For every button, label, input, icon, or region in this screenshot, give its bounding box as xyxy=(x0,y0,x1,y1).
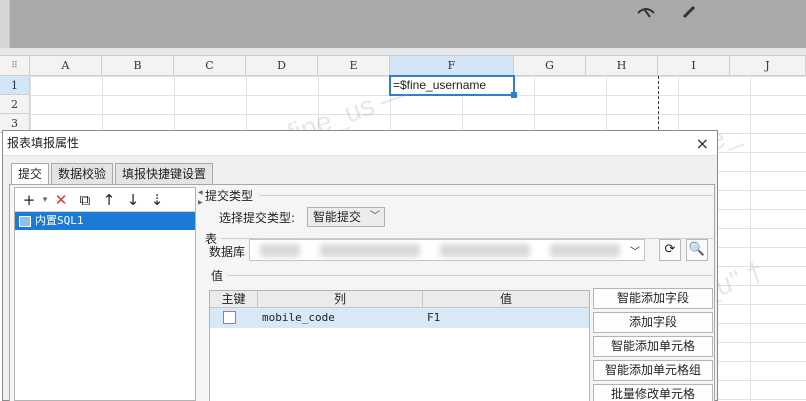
active-cell-f1[interactable]: =$fine_username xyxy=(389,75,517,98)
add-icon[interactable]: + xyxy=(17,191,41,209)
column-header-j[interactable]: J xyxy=(730,56,806,76)
tab-submit[interactable]: 提交 xyxy=(11,163,50,186)
column-header-i[interactable]: I xyxy=(658,56,730,76)
primary-key-checkbox[interactable] xyxy=(223,311,236,324)
column-header-g[interactable]: G xyxy=(514,56,586,76)
cell-formula: =$fine_username xyxy=(393,78,487,92)
close-icon[interactable]: × xyxy=(696,131,709,156)
smart-add-field-button[interactable]: 智能添加字段 xyxy=(593,288,713,309)
column-header-primary-key[interactable]: 主键 xyxy=(210,291,258,307)
submit-type-value: 智能提交 xyxy=(313,210,362,224)
select-all-corner[interactable]: ⠿ xyxy=(0,56,30,76)
column-header-c[interactable]: C xyxy=(174,56,246,76)
column-header-b[interactable]: B xyxy=(102,56,174,76)
select-submit-type-label: 选择提交类型: xyxy=(219,211,296,225)
column-header-value[interactable]: 值 xyxy=(423,291,589,307)
list-item[interactable]: 内置SQL1 xyxy=(15,212,195,230)
list-toolbar: + ▾ ✕ ⧉ ↑ ↓ ⇣ xyxy=(15,188,195,212)
smart-add-cell-group-button[interactable]: 智能添加单元格组 xyxy=(593,360,713,381)
decorative-marks-icon xyxy=(636,0,716,24)
submit-type-select[interactable]: 智能提交 ﹀ xyxy=(307,207,385,227)
tab-bar: 提交 数据校验 填报快捷键设置 xyxy=(11,163,215,186)
column-header-a[interactable]: A xyxy=(30,56,102,76)
primary-key-cell xyxy=(210,308,258,328)
dialog-title-bar[interactable]: 报表填报属性 × xyxy=(3,131,717,156)
column-header-e[interactable]: E xyxy=(318,56,390,76)
preview-left-strip xyxy=(0,0,10,48)
column-header-column[interactable]: 列 xyxy=(258,291,423,307)
toolbar-strip xyxy=(0,48,806,56)
preview-area xyxy=(0,0,806,48)
add-dropdown-icon[interactable]: ▾ xyxy=(41,195,49,205)
row-header-1[interactable]: 1 xyxy=(0,76,30,95)
section-divider xyxy=(227,275,713,276)
submit-type-section-title: 提交类型 xyxy=(205,189,254,203)
batch-modify-cell-button[interactable]: 批量修改单元格 xyxy=(593,384,713,401)
database-icon xyxy=(19,215,31,227)
redacted-text xyxy=(320,244,420,257)
smart-add-cell-button[interactable]: 智能添加单元格 xyxy=(593,336,713,357)
submit-tab-panel: + ▾ ✕ ⧉ ↑ ↓ ⇣ 内置SQL1 ◀ ▶ 提交类型 选择提交类型: 智能… xyxy=(9,184,715,401)
database-label: 数据库 xyxy=(209,245,246,259)
collapse-left-icon[interactable]: ◀ xyxy=(198,189,203,196)
refresh-icon[interactable]: ⟳ xyxy=(659,239,681,261)
move-up-icon[interactable]: ↑ xyxy=(97,191,121,209)
section-divider xyxy=(259,195,713,196)
redacted-text xyxy=(440,244,530,257)
submit-settings-pane: 提交类型 选择提交类型: 智能提交 ﹀ 表 数据库 ﹀ ⟳ 🔍 值 主键 列 值… xyxy=(203,187,715,401)
column-header-f[interactable]: F xyxy=(390,56,514,76)
collapse-right-icon[interactable]: ▶ xyxy=(198,199,203,206)
tab-data-validation[interactable]: 数据校验 xyxy=(51,163,114,185)
row-header-2[interactable]: 2 xyxy=(0,95,30,114)
redacted-text xyxy=(260,244,300,257)
value-cell[interactable]: F1 xyxy=(423,308,589,328)
sort-icon[interactable]: ⇣ xyxy=(145,191,169,209)
chevron-down-icon: ﹀ xyxy=(370,211,380,222)
report-fill-properties-dialog: 报表填报属性 × 提交 数据校验 填报快捷键设置 + ▾ ✕ ⧉ ↑ ↓ ⇣ 内… xyxy=(2,130,718,401)
copy-icon[interactable]: ⧉ xyxy=(73,191,97,209)
column-cell[interactable]: mobile_code xyxy=(258,308,423,328)
submit-list-pane: + ▾ ✕ ⧉ ↑ ↓ ⇣ 内置SQL1 xyxy=(14,187,196,401)
add-field-button[interactable]: 添加字段 xyxy=(593,312,713,333)
move-down-icon[interactable]: ↓ xyxy=(121,191,145,209)
redacted-text xyxy=(550,244,620,257)
chevron-down-icon: ﹀ xyxy=(630,247,640,258)
dialog-title: 报表填报属性 xyxy=(7,136,80,150)
value-section-title: 值 xyxy=(211,269,224,283)
column-header-h[interactable]: H xyxy=(586,56,658,76)
database-table-select[interactable]: ﹀ xyxy=(249,239,645,261)
table-row[interactable]: mobile_code F1 xyxy=(210,308,589,328)
list-item-label: 内置SQL1 xyxy=(35,214,84,227)
delete-icon[interactable]: ✕ xyxy=(49,191,73,209)
tab-shortcut-settings[interactable]: 填报快捷键设置 xyxy=(115,163,214,185)
fill-handle[interactable] xyxy=(511,92,517,98)
submit-list: 内置SQL1 xyxy=(15,212,195,230)
table-header: 主键 列 值 xyxy=(210,291,589,308)
field-mapping-table: 主键 列 值 mobile_code F1 xyxy=(209,290,590,401)
preview-table-icon[interactable]: 🔍 xyxy=(686,239,708,261)
column-header-d[interactable]: D xyxy=(246,56,318,76)
